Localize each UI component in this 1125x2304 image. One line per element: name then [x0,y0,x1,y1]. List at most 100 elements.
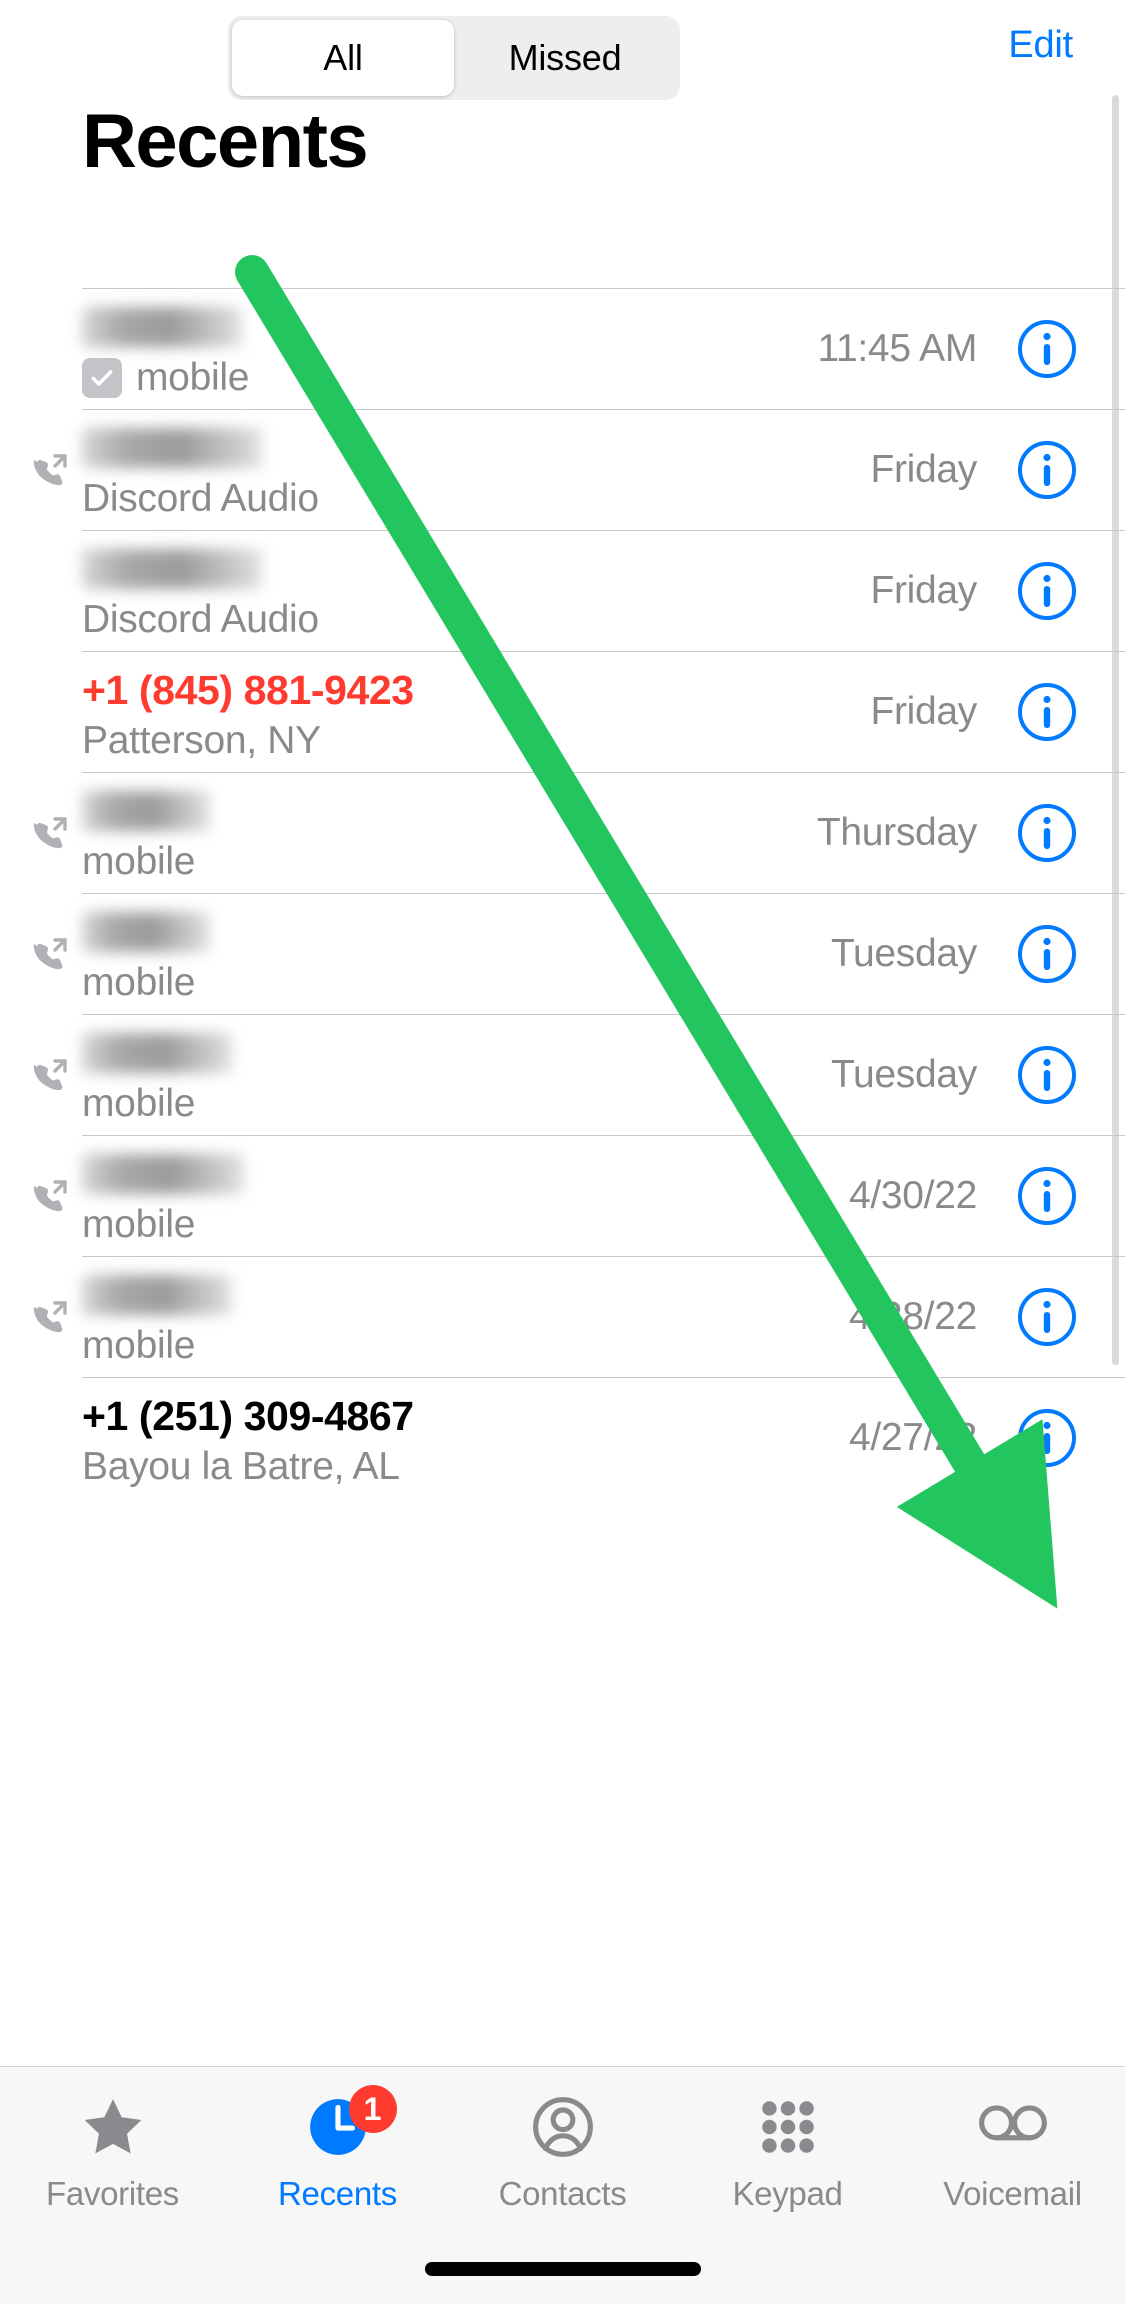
call-timestamp: Tuesday [830,931,977,975]
call-row-texts: mobile [82,1270,702,1372]
call-subtitle: mobile [82,961,196,1004]
call-timestamp: Friday [870,447,977,491]
call-subtitle-line: Discord Audio [82,594,702,646]
call-subtitle: mobile [82,840,196,883]
call-row-texts: Discord Audio [82,544,702,646]
call-subtitle-line: Patterson, NY [82,715,702,767]
call-list-row[interactable]: mobile Tuesday [0,893,1125,1014]
call-filter-segmented-control[interactable]: All Missed [228,16,680,100]
tab-label: Favorites [45,2175,179,2212]
caller-name: +1 (845) 881-9423 [82,667,414,713]
info-button[interactable] [1017,1256,1077,1377]
redacted-name-block [82,1275,232,1315]
call-list-row[interactable]: mobile Tuesday [0,1014,1125,1135]
call-row-texts: mobile [82,1028,702,1130]
info-button[interactable] [1017,1014,1077,1135]
tab-label: Contacts [498,2175,627,2212]
call-list-row[interactable]: Discord Audio Friday [0,530,1125,651]
call-timestamp: Tuesday [830,1052,977,1096]
redacted-name-block [82,1154,244,1194]
call-timestamp: 4/30/22 [848,1173,977,1217]
redacted-name-block [82,1033,232,1073]
call-subtitle: Patterson, NY [82,719,321,762]
info-button[interactable] [1017,1377,1077,1498]
outgoing-call-icon [26,931,72,977]
outgoing-call-icon [26,1052,72,1098]
tab-recents[interactable]: 1 Recents [225,2085,450,2213]
call-subtitle-line: Discord Audio [82,473,702,525]
call-row-texts: +1 (845) 881-9423 Patterson, NY [82,665,702,767]
call-timestamp: 4/28/22 [848,1294,977,1338]
caller-name [82,786,702,836]
info-button[interactable] [1017,772,1077,893]
tab-voicemail[interactable]: Voicemail [900,2089,1125,2213]
segment-missed[interactable]: Missed [454,20,676,96]
call-list-row[interactable]: mobile 11:45 AM [0,288,1125,409]
caller-name: +1 (251) 309-4867 [82,1393,414,1439]
caller-name [82,1149,702,1199]
caller-name [82,544,702,594]
info-button[interactable] [1017,288,1077,409]
call-subtitle: mobile [82,1082,196,1125]
caller-name [82,1028,702,1078]
tab-keypad[interactable]: Keypad [675,2089,900,2213]
call-timestamp: Friday [870,568,977,612]
tab-label: Recents [278,2175,397,2212]
info-button[interactable] [1017,1135,1077,1256]
redacted-name-block [82,791,210,831]
call-timestamp: Thursday [816,810,977,854]
edit-button[interactable]: Edit [1008,24,1073,67]
call-timestamp: 11:45 AM [817,326,978,370]
call-list-row[interactable]: mobile 4/28/22 [0,1256,1125,1377]
call-row-texts: +1 (251) 309-4867 Bayou la Batre, AL [82,1391,702,1493]
tab-favorites[interactable]: Favorites [0,2089,225,2213]
segment-all[interactable]: All [232,20,454,96]
redacted-name-block [82,549,262,589]
phone-app-screen: All Missed Edit Recents mobile 11:45 AM [0,0,1125,2304]
call-row-texts: Discord Audio [82,423,702,525]
voicemail-icon [976,2089,1050,2165]
call-subtitle-line: mobile [82,1078,702,1130]
home-indicator [424,2262,701,2276]
segment-all-label: All [323,37,363,78]
call-subtitle: mobile [82,1203,196,1246]
call-subtitle-line: mobile [82,352,702,404]
call-row-texts: mobile [82,907,702,1009]
call-list-row[interactable]: mobile Thursday [0,772,1125,893]
call-list-row[interactable]: +1 (845) 881-9423 Patterson, NY Friday [0,651,1125,772]
tab-label: Keypad [732,2175,843,2212]
caller-name [82,907,702,957]
clock-icon: 1 [305,2085,397,2165]
call-row-texts: mobile [82,302,702,404]
call-row-texts: mobile [82,786,702,888]
info-button[interactable] [1017,651,1077,772]
redacted-name-block [82,428,262,468]
call-row-texts: mobile [82,1149,702,1251]
recents-call-list: mobile 11:45 AM Discord Audio Friday Dis… [0,288,1125,1498]
redacted-name-block [82,912,210,952]
info-button[interactable] [1017,893,1077,1014]
call-subtitle-line: mobile [82,957,702,1009]
tab-contacts[interactable]: Contacts [450,2089,675,2213]
call-list-row[interactable]: +1 (251) 309-4867 Bayou la Batre, AL 4/2… [0,1377,1125,1498]
page-title: Recents [82,99,369,184]
call-subtitle: Discord Audio [82,598,319,641]
segment-missed-label: Missed [508,37,622,78]
info-button[interactable] [1017,409,1077,530]
call-subtitle-line: mobile [82,1320,702,1372]
keypad-icon [755,2089,821,2165]
outgoing-call-icon [26,1294,72,1340]
info-button[interactable] [1017,530,1077,651]
tab-label: Voicemail [943,2175,1082,2212]
call-subtitle: mobile [136,356,250,399]
call-list-row[interactable]: mobile 4/30/22 [0,1135,1125,1256]
call-list-row[interactable]: Discord Audio Friday [0,409,1125,530]
caller-name [82,1270,702,1320]
checkbox-checked-icon[interactable] [82,358,122,398]
call-timestamp: Friday [870,689,977,733]
caller-name [82,423,702,473]
outgoing-call-icon [26,810,72,856]
unread-badge: 1 [348,2085,397,2133]
call-subtitle: Discord Audio [82,477,319,520]
caller-name [82,302,702,352]
